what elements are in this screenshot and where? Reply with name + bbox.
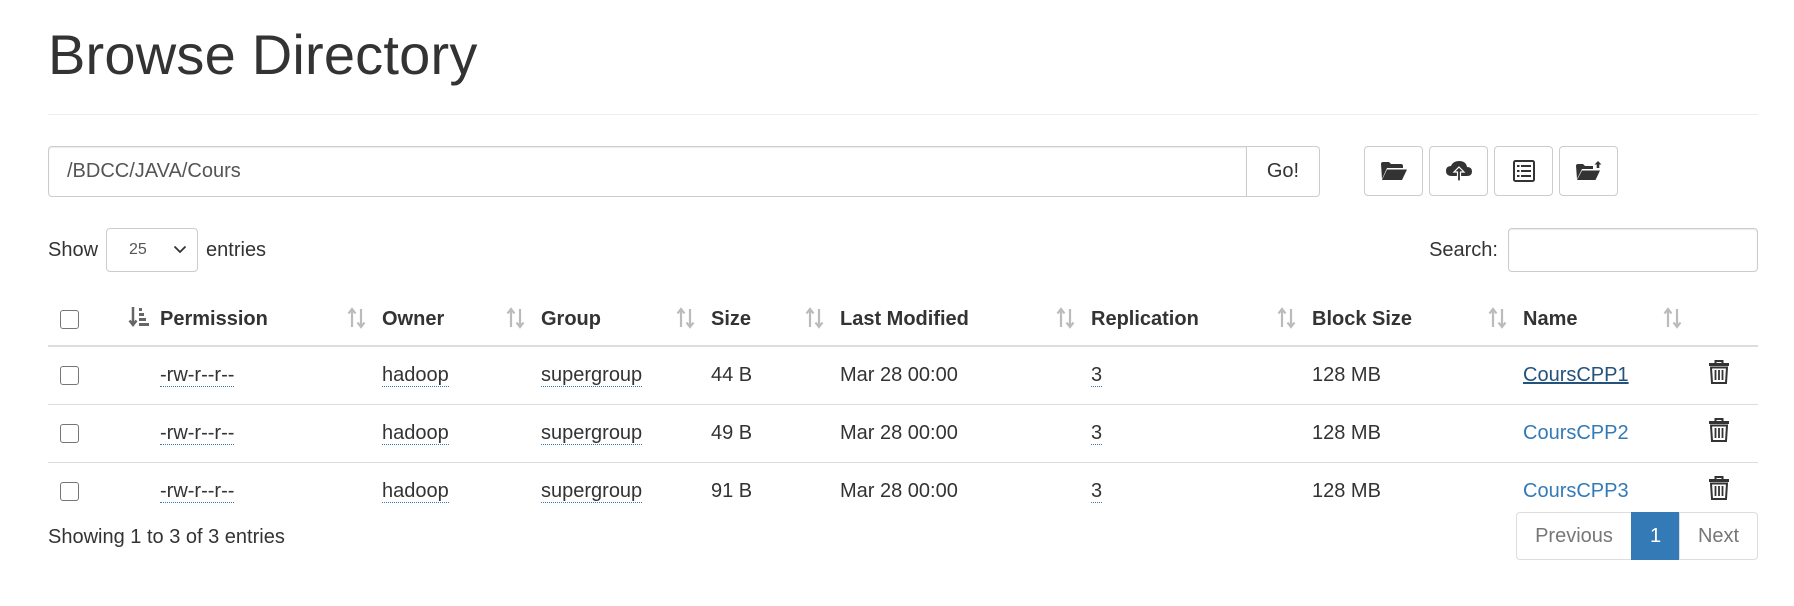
column-label-owner: Owner: [382, 308, 445, 330]
column-label-permission: Permission: [160, 308, 268, 330]
select-all-checkbox[interactable]: [60, 310, 79, 329]
pagination: Previous 1 Next: [1516, 512, 1758, 560]
folder-open-icon: [1380, 160, 1408, 182]
list-alt-icon: [1512, 159, 1536, 183]
sort-both-icon: [346, 307, 368, 329]
sort-both-icon: [675, 307, 697, 329]
column-header-group[interactable]: Group: [541, 294, 711, 347]
folder-move-icon: [1575, 160, 1603, 182]
actions-header: [1698, 294, 1758, 347]
file-name-link[interactable]: CoursCPP2: [1523, 422, 1629, 444]
column-header-last-modified[interactable]: Last Modified: [840, 294, 1091, 347]
sort-both-icon: [804, 307, 826, 329]
replication-cell[interactable]: 3: [1091, 421, 1103, 445]
page-button-current[interactable]: 1: [1631, 512, 1680, 560]
size-cell: 91 B: [711, 479, 753, 502]
cut-paste-button[interactable]: [1494, 146, 1553, 196]
row-checkbox[interactable]: [60, 423, 79, 443]
chevron-down-icon: [173, 241, 187, 259]
file-name-link[interactable]: CoursCPP3: [1523, 480, 1629, 502]
file-table: Permission Owner Group Size Last Modifie…: [48, 294, 1758, 520]
owner-cell[interactable]: hadoop: [382, 479, 449, 503]
replication-cell[interactable]: 3: [1091, 479, 1103, 503]
select-all-header: [48, 294, 112, 347]
sort-amount-asc-icon: [128, 306, 150, 334]
column-header-owner[interactable]: Owner: [382, 294, 541, 347]
modified-cell: Mar 28 00:00: [840, 363, 958, 386]
column-label-name: Name: [1523, 308, 1578, 330]
column-header-permission[interactable]: Permission: [160, 294, 382, 347]
permission-cell[interactable]: -rw-r--r--: [160, 363, 235, 387]
column-label-last-modified: Last Modified: [840, 308, 969, 330]
group-cell[interactable]: supergroup: [541, 421, 643, 445]
entries-label: entries: [206, 238, 267, 261]
row-checkbox[interactable]: [60, 481, 79, 501]
sort-both-icon: [1662, 307, 1684, 329]
group-cell[interactable]: supergroup: [541, 363, 643, 387]
previous-page-button[interactable]: Previous: [1516, 512, 1632, 560]
cloud-upload-icon: [1445, 159, 1473, 183]
page-length-value: 25: [129, 241, 147, 258]
owner-cell[interactable]: hadoop: [382, 421, 449, 445]
owner-cell[interactable]: hadoop: [382, 363, 449, 387]
page-length-control: Show 25 entries: [48, 228, 266, 272]
go-button[interactable]: Go!: [1247, 146, 1320, 197]
path-bar: Go!: [48, 146, 1320, 197]
trash-icon[interactable]: [1708, 360, 1758, 390]
sort-both-icon: [505, 307, 527, 329]
permission-cell[interactable]: -rw-r--r--: [160, 479, 235, 503]
next-page-button[interactable]: Next: [1679, 512, 1758, 560]
trash-icon[interactable]: [1708, 418, 1758, 448]
table-row: -rw-r--r-- hadoop supergroup 91 B Mar 28…: [48, 461, 1758, 520]
table-info: Showing 1 to 3 of 3 entries: [48, 526, 285, 548]
move-files-button[interactable]: [1559, 146, 1618, 196]
page-length-select[interactable]: 25: [106, 228, 199, 272]
file-name-link[interactable]: CoursCPP1: [1523, 364, 1629, 386]
group-cell[interactable]: supergroup: [541, 479, 643, 503]
sort-both-icon: [1276, 307, 1298, 329]
upload-file-button[interactable]: [1429, 146, 1488, 196]
column-label-replication: Replication: [1091, 308, 1199, 330]
search-label: Search:: [1429, 238, 1498, 261]
sort-both-icon: [1055, 307, 1077, 329]
table-header-row: Permission Owner Group Size Last Modifie…: [48, 294, 1758, 347]
row-checkbox[interactable]: [60, 365, 79, 385]
column-header-size[interactable]: Size: [711, 294, 840, 347]
table-row: -rw-r--r-- hadoop supergroup 49 B Mar 28…: [48, 403, 1758, 462]
block-size-cell: 128 MB: [1312, 479, 1381, 502]
path-input[interactable]: [48, 146, 1247, 197]
show-label: Show: [48, 238, 99, 261]
column-label-group: Group: [541, 308, 601, 330]
table-search: Search:: [1429, 228, 1758, 272]
block-size-cell: 128 MB: [1312, 421, 1381, 444]
modified-cell: Mar 28 00:00: [840, 479, 958, 502]
column-label-size: Size: [711, 308, 752, 330]
search-input[interactable]: [1508, 228, 1758, 272]
create-directory-button[interactable]: [1364, 146, 1423, 196]
trash-icon[interactable]: [1708, 476, 1758, 506]
sort-both-icon: [1487, 307, 1509, 329]
modified-cell: Mar 28 00:00: [840, 421, 958, 444]
column-header-block-size[interactable]: Block Size: [1312, 294, 1523, 347]
permission-cell[interactable]: -rw-r--r--: [160, 421, 235, 445]
column-label-block-size: Block Size: [1312, 308, 1413, 330]
replication-cell[interactable]: 3: [1091, 363, 1103, 387]
size-cell: 44 B: [711, 363, 753, 386]
table-row: -rw-r--r-- hadoop supergroup 44 B Mar 28…: [48, 346, 1758, 404]
directory-toolbar: [1364, 146, 1618, 196]
column-header-name[interactable]: Name: [1523, 294, 1698, 347]
title-divider: [48, 114, 1758, 115]
column-header-replication[interactable]: Replication: [1091, 294, 1312, 347]
block-size-cell: 128 MB: [1312, 363, 1381, 386]
sort-order-header[interactable]: [112, 294, 160, 347]
page-title: Browse Directory: [48, 23, 478, 86]
size-cell: 49 B: [711, 421, 753, 444]
